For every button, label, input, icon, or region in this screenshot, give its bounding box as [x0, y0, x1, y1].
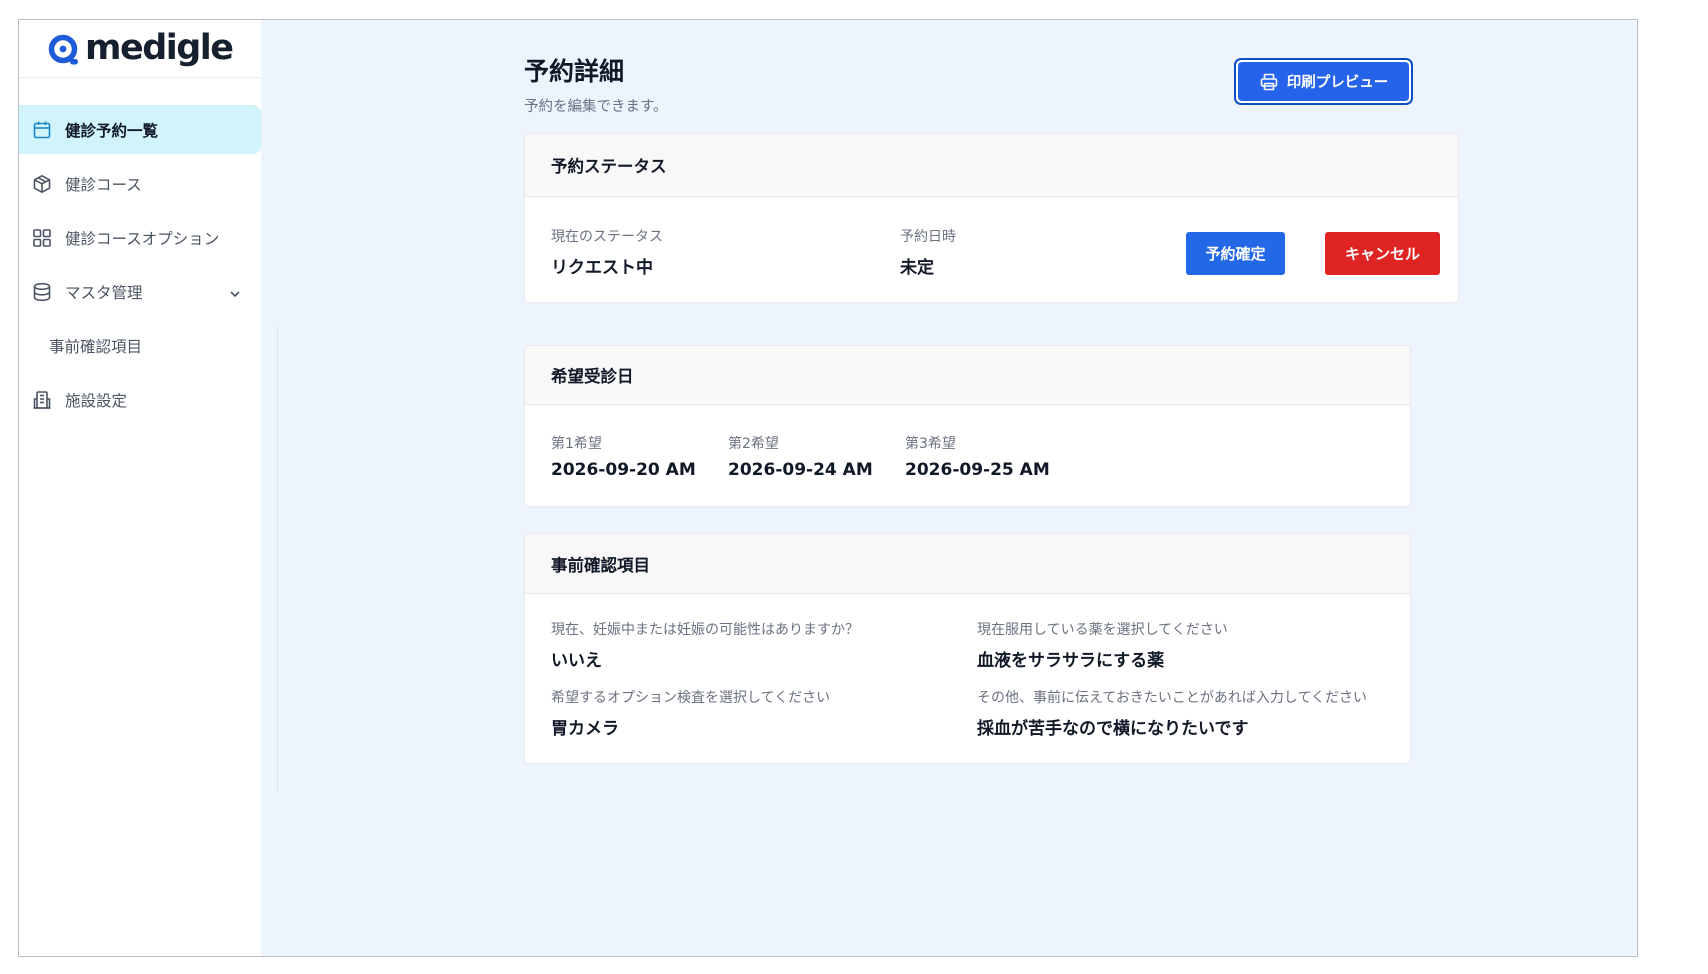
preferred-date-1: 第1希望 2026-09-20 AM — [551, 433, 696, 480]
cancel-reservation-button[interactable]: キャンセル — [1325, 232, 1440, 275]
vertical-divider — [277, 325, 278, 791]
sidebar-item-label: 施設設定 — [65, 391, 128, 410]
sidebar-item-course-options[interactable]: 健診コースオプション — [19, 213, 261, 262]
logo-mark-icon — [48, 34, 78, 64]
status-card: 予約ステータス 現在のステータス リクエスト中 予約日時 未定 予約確定 キャン… — [524, 133, 1459, 303]
preferred-date-label: 第3希望 — [905, 436, 956, 452]
preferred-date-value: 2026-09-20 AM — [551, 460, 696, 480]
brand-name: medigle — [85, 28, 234, 68]
sidebar-item-master[interactable]: マスタ管理 — [19, 267, 261, 316]
preferred-date-label: 第2希望 — [728, 436, 779, 452]
reservation-datetime-field: 予約日時 未定 — [900, 226, 956, 278]
status-card-title: 予約ステータス — [525, 134, 1458, 197]
sidebar-item-label: 健診コース — [65, 175, 142, 194]
precheck-title: 事前確認項目 — [525, 534, 1410, 594]
precheck-question: 現在服用している薬を選択してください — [977, 622, 1228, 638]
page-subtitle: 予約を編集できます。 — [524, 99, 668, 115]
reservation-datetime-label: 予約日時 — [900, 229, 956, 245]
print-preview-label: 印刷プレビュー — [1286, 75, 1389, 91]
preferred-date-value: 2026-09-25 AM — [905, 460, 1050, 480]
grid-icon — [31, 227, 53, 249]
sidebar-item-label: 健診予約一覧 — [65, 121, 159, 140]
precheck-question: その他、事前に伝えておきたいことがあれば入力してください — [977, 690, 1368, 706]
confirm-reservation-button[interactable]: 予約確定 — [1186, 232, 1285, 275]
sidebar-item-facility[interactable]: 施設設定 — [19, 375, 261, 424]
sidebar-subitem-precheck[interactable]: 事前確認項目 — [19, 321, 261, 370]
package-icon — [31, 173, 53, 195]
precheck-item: 希望するオプション検査を選択してください 胃カメラ — [551, 687, 830, 739]
current-status-value: リクエスト中 — [551, 258, 653, 278]
sidebar: medigle 健診予約一覧 健診コース 健診コースオプション マスタ管理 事前… — [19, 20, 261, 956]
current-status-field: 現在のステータス リクエスト中 — [551, 226, 663, 278]
preferred-date-value: 2026-09-24 AM — [728, 460, 873, 480]
precheck-item: 現在、妊娠中または妊娠の可能性はありますか？ いいえ — [551, 619, 859, 671]
current-status-label: 現在のステータス — [551, 229, 663, 245]
print-preview-button[interactable]: 印刷プレビュー — [1234, 58, 1413, 105]
precheck-answer: いいえ — [551, 651, 602, 671]
precheck-card: 事前確認項目 現在、妊娠中または妊娠の可能性はありますか？ いいえ 現在服用して… — [524, 533, 1411, 764]
preferred-date-label: 第1希望 — [551, 436, 602, 452]
sidebar-item-label: 健診コースオプション — [65, 229, 220, 248]
precheck-answer: 胃カメラ — [551, 719, 619, 739]
print-preview-button-body: 印刷プレビュー — [1238, 62, 1409, 101]
sidebar-item-courses[interactable]: 健診コース — [19, 159, 261, 208]
preferred-date-3: 第3希望 2026-09-25 AM — [905, 433, 1050, 480]
sidebar-item-reservations[interactable]: 健診予約一覧 — [19, 105, 261, 154]
sidebar-item-label: マスタ管理 — [65, 283, 143, 302]
chevron-down-icon[interactable] — [229, 285, 241, 304]
reservation-datetime-value: 未定 — [900, 258, 934, 278]
sidebar-nav: 健診予約一覧 健診コース 健診コースオプション マスタ管理 事前確認項目 施設設… — [19, 105, 261, 424]
precheck-item: その他、事前に伝えておきたいことがあれば入力してください 採血が苦手なので横にな… — [977, 687, 1367, 739]
brand-logo[interactable]: medigle — [19, 20, 261, 78]
precheck-item: 現在服用している薬を選択してください 血液をサラサラにする薬 — [977, 619, 1228, 671]
preferred-date-2: 第2希望 2026-09-24 AM — [728, 433, 873, 480]
precheck-answer: 採血が苦手なので横になりたいです — [977, 719, 1249, 739]
precheck-answer: 血液をサラサラにする薬 — [977, 651, 1165, 671]
precheck-question: 現在、妊娠中または妊娠の可能性はありますか？ — [551, 622, 859, 638]
preferred-dates-title: 希望受診日 — [525, 346, 1410, 405]
precheck-question: 希望するオプション検査を選択してください — [551, 690, 831, 706]
app-window: medigle 健診予約一覧 健診コース 健診コースオプション マスタ管理 事前… — [18, 19, 1638, 957]
building-icon — [31, 389, 53, 411]
page-title: 予約詳細 — [524, 57, 625, 86]
printer-icon — [1260, 73, 1278, 90]
database-icon — [31, 281, 53, 303]
preferred-dates-card: 希望受診日 第1希望 2026-09-20 AM 第2希望 2026-09-24… — [524, 345, 1411, 507]
calendar-icon — [31, 119, 53, 141]
